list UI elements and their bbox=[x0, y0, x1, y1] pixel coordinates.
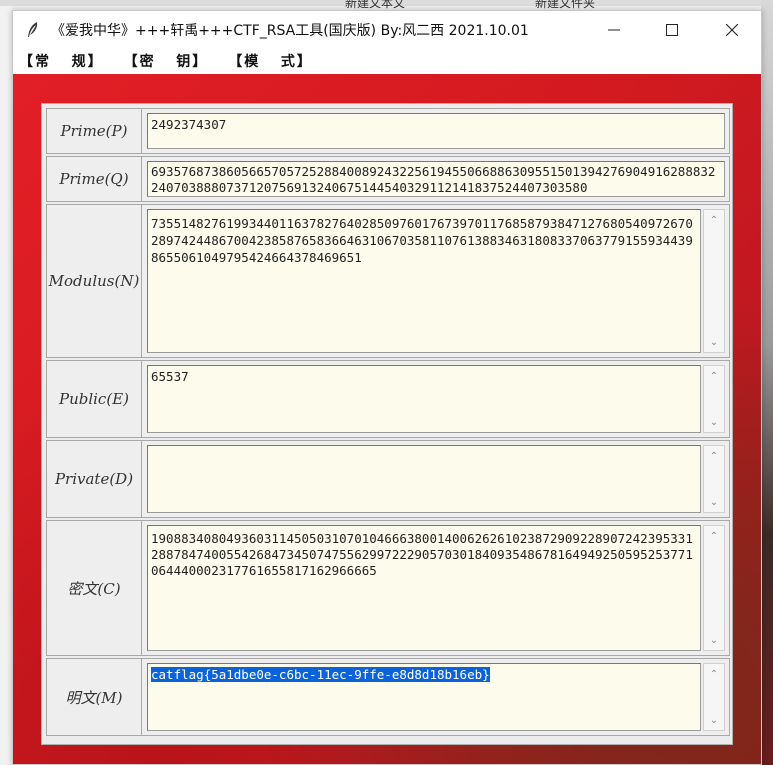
ciphertext-label: 密文(C) bbox=[47, 521, 142, 655]
chevron-up-icon[interactable]: ⌃ bbox=[704, 666, 724, 682]
menu-mode[interactable]: 【模 式】 bbox=[228, 51, 313, 71]
public-e-scrollbar[interactable]: ⌃ ⌄ bbox=[703, 365, 725, 433]
prime-q-label: Prime(Q) bbox=[47, 157, 142, 201]
row-prime-p: Prime(P) 2492374307 bbox=[46, 108, 730, 154]
prime-p-input[interactable]: 2492374307 bbox=[147, 113, 725, 149]
window-title: 《爱我中华》+++轩禹+++CTF_RSA工具(国庆版) By:风二西 2021… bbox=[51, 23, 529, 39]
public-e-textarea[interactable]: 65537 bbox=[147, 365, 701, 433]
menu-general[interactable]: 【常 规】 bbox=[19, 51, 104, 71]
chevron-up-icon[interactable]: ⌃ bbox=[704, 212, 724, 228]
chevron-down-icon[interactable]: ⌄ bbox=[704, 494, 724, 510]
row-ciphertext: 密文(C) 1908834080493603114505031070104666… bbox=[46, 520, 730, 656]
modulus-n-textarea[interactable]: 7355148276199344011637827640285097601767… bbox=[147, 209, 701, 353]
plaintext-textarea[interactable]: catflag{5a1dbe0e-c6bc-11ec-9ffe-e8d8d18b… bbox=[147, 663, 701, 731]
chevron-down-icon[interactable]: ⌄ bbox=[704, 414, 724, 430]
row-public-e: Public(E) 65537 ⌃ ⌄ bbox=[46, 360, 730, 438]
row-prime-q: Prime(Q) 6935768738605665705725288400892… bbox=[46, 156, 730, 202]
background-image: Prime(P) 2492374307 Prime(Q) 69357687386… bbox=[13, 74, 761, 764]
desktop-background: 新建文本文 新建文件夹 bbox=[0, 0, 773, 10]
row-modulus-n: Modulus(N) 73551482761993440116378276402… bbox=[46, 204, 730, 358]
chevron-up-icon[interactable]: ⌃ bbox=[704, 368, 724, 384]
plaintext-selection: catflag{5a1dbe0e-c6bc-11ec-9ffe-e8d8d18b… bbox=[151, 667, 490, 682]
app-window: 《爱我中华》+++轩禹+++CTF_RSA工具(国庆版) By:风二西 2021… bbox=[12, 10, 762, 765]
menu-bar: 【常 规】 【密 钥】 【模 式】 bbox=[13, 49, 761, 73]
private-d-scrollbar[interactable]: ⌃ ⌄ bbox=[703, 445, 725, 513]
public-e-label: Public(E) bbox=[47, 361, 142, 437]
minimize-icon bbox=[608, 29, 620, 31]
close-button[interactable] bbox=[703, 11, 761, 49]
plaintext-scrollbar[interactable]: ⌃ ⌄ bbox=[703, 663, 725, 731]
close-icon bbox=[726, 24, 738, 36]
menu-keys[interactable]: 【密 钥】 bbox=[124, 51, 209, 71]
prime-q-input[interactable]: 6935768738605665705725288400892432256194… bbox=[147, 161, 725, 197]
prime-p-label: Prime(P) bbox=[47, 109, 142, 153]
feather-icon bbox=[28, 22, 38, 37]
chevron-down-icon[interactable]: ⌄ bbox=[704, 712, 724, 728]
plaintext-label: 明文(M) bbox=[47, 659, 142, 735]
ciphertext-textarea[interactable]: 1908834080493603114505031070104666380014… bbox=[147, 525, 701, 651]
chevron-up-icon[interactable]: ⌃ bbox=[704, 528, 724, 544]
title-bar[interactable]: 《爱我中华》+++轩禹+++CTF_RSA工具(国庆版) By:风二西 2021… bbox=[13, 11, 761, 49]
chevron-up-icon[interactable]: ⌃ bbox=[704, 448, 724, 464]
desktop-background-edge bbox=[761, 0, 773, 765]
row-private-d: Private(D) ⌃ ⌄ bbox=[46, 440, 730, 518]
maximize-icon bbox=[666, 24, 678, 36]
modulus-n-label: Modulus(N) bbox=[47, 205, 142, 357]
maximize-button[interactable] bbox=[643, 11, 701, 49]
ciphertext-scrollbar[interactable]: ⌃ ⌄ bbox=[703, 525, 725, 651]
chevron-down-icon[interactable]: ⌄ bbox=[704, 632, 724, 648]
rsa-form-panel: Prime(P) 2492374307 Prime(Q) 69357687386… bbox=[41, 103, 733, 745]
private-d-textarea[interactable] bbox=[147, 445, 701, 513]
modulus-n-scrollbar[interactable]: ⌃ ⌄ bbox=[703, 209, 725, 353]
row-plaintext: 明文(M) catflag{5a1dbe0e-c6bc-11ec-9ffe-e8… bbox=[46, 658, 730, 736]
minimize-button[interactable] bbox=[585, 11, 643, 49]
private-d-label: Private(D) bbox=[47, 441, 142, 517]
chevron-down-icon[interactable]: ⌄ bbox=[704, 334, 724, 350]
